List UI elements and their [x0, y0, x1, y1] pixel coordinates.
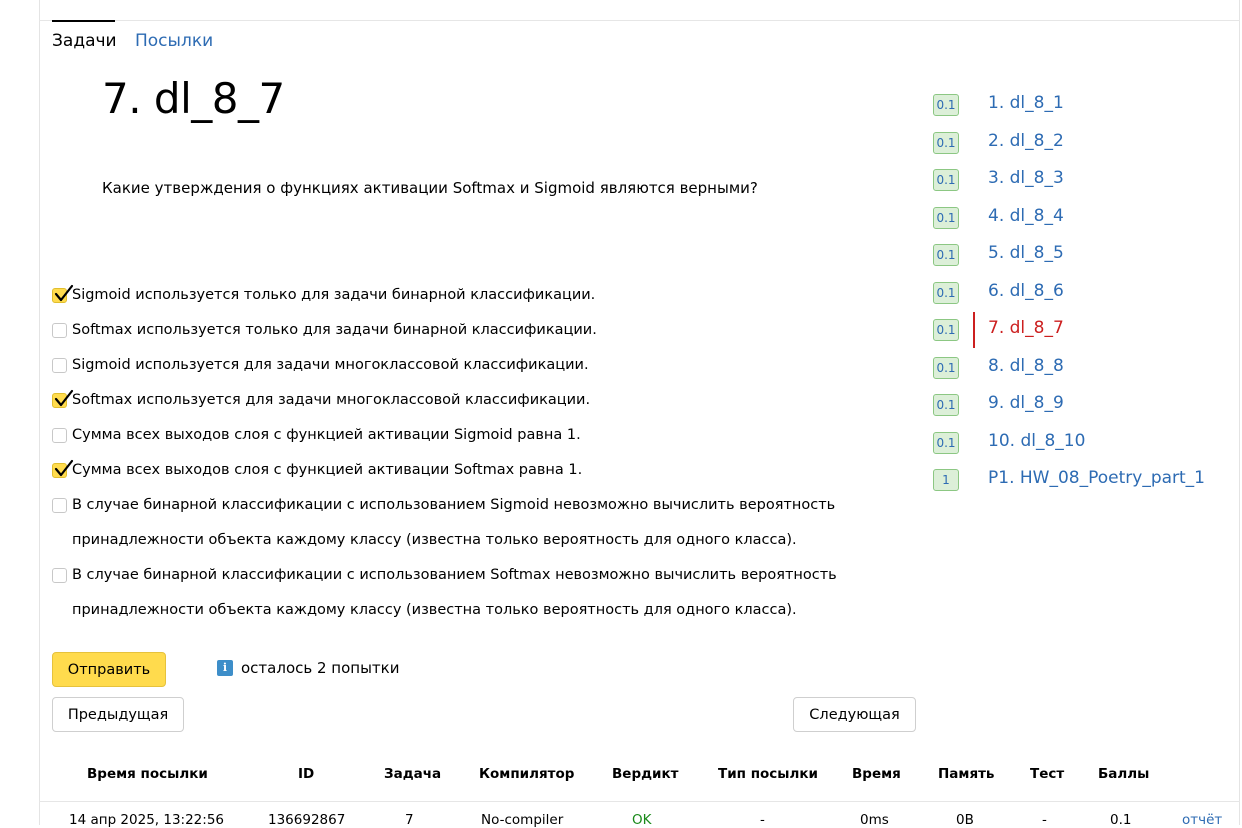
- col-header-compiler[interactable]: Компилятор: [479, 766, 574, 782]
- checkmark-icon: [54, 284, 74, 302]
- task-link[interactable]: 10. dl_8_10: [988, 431, 1085, 451]
- cell-test: -: [1042, 812, 1047, 828]
- info-icon: i: [217, 660, 233, 676]
- task-link[interactable]: 7. dl_8_7: [988, 318, 1064, 338]
- cell-compiler: No-compiler: [481, 812, 564, 828]
- task-list-item[interactable]: 0.1 6. dl_8_6: [933, 274, 1223, 312]
- task-list-item[interactable]: 0.1 4. dl_8_4: [933, 199, 1223, 237]
- col-header-id[interactable]: ID: [298, 766, 314, 782]
- task-score-badge: 0.1: [933, 206, 959, 229]
- task-list-item[interactable]: 0.1 3. dl_8_3: [933, 161, 1223, 199]
- task-score-badge: 0.1: [933, 281, 959, 304]
- col-header-test[interactable]: Тест: [1030, 766, 1064, 782]
- cell-memory: 0B: [956, 812, 974, 828]
- task-link[interactable]: P1. HW_08_Poetry_part_1: [988, 468, 1205, 488]
- cell-verdict: OK: [632, 812, 652, 828]
- answer-option-text: В случае бинарной классификации с исполь…: [72, 497, 836, 513]
- answer-option[interactable]: Softmax используется для задачи многокла…: [52, 383, 902, 418]
- answer-option-text: Сумма всех выходов слоя с функцией актив…: [72, 462, 583, 478]
- task-score-badge: 0.1: [933, 356, 959, 379]
- task-score-badge: 0.1: [933, 131, 959, 154]
- task-list-item[interactable]: 0.1 5. dl_8_5: [933, 236, 1223, 274]
- answer-option-text: Сумма всех выходов слоя с функцией актив…: [72, 427, 581, 443]
- cell-type: -: [760, 812, 765, 828]
- task-list-item[interactable]: 0.1 10. dl_8_10: [933, 424, 1223, 462]
- answer-option-text: Sigmoid используется для задачи многокла…: [72, 357, 589, 373]
- cell-time: 14 апр 2025, 13:22:56: [69, 812, 224, 828]
- table-row-divider: [39, 801, 1240, 802]
- answer-options: Sigmoid используется только для задачи б…: [52, 278, 902, 628]
- checkmark-icon: [54, 459, 74, 477]
- problem-question: Какие утверждения о функциях активации S…: [102, 179, 758, 197]
- answer-option-text: принадлежности объекта каждому классу (и…: [72, 602, 797, 618]
- answer-option[interactable]: Сумма всех выходов слоя с функцией актив…: [52, 418, 902, 453]
- col-header-memory[interactable]: Память: [938, 766, 994, 782]
- task-link[interactable]: 5. dl_8_5: [988, 243, 1064, 263]
- task-score-badge: 0.1: [933, 319, 959, 341]
- answer-checkbox[interactable]: [52, 323, 67, 338]
- answer-checkbox[interactable]: [52, 358, 67, 373]
- submit-button[interactable]: Отправить: [52, 652, 166, 687]
- answer-checkbox[interactable]: [52, 428, 67, 443]
- task-list-item[interactable]: 0.1 8. dl_8_8: [933, 349, 1223, 387]
- task-score-badge: 0.1: [933, 244, 959, 266]
- col-header-score[interactable]: Баллы: [1098, 766, 1149, 782]
- problem-title: 7. dl_8_7: [102, 74, 285, 123]
- col-header-verdict[interactable]: Вердикт: [612, 766, 678, 782]
- task-list-item[interactable]: 0.1 2. dl_8_2: [933, 124, 1223, 162]
- col-header-task[interactable]: Задача: [384, 766, 441, 782]
- answer-checkbox[interactable]: [52, 389, 74, 408]
- checkmark-icon: [54, 389, 74, 407]
- report-link[interactable]: отчёт: [1182, 812, 1222, 828]
- col-header-time[interactable]: Время посылки: [87, 766, 208, 782]
- tab-tasks[interactable]: Задачи: [52, 31, 117, 51]
- active-tab-indicator: [52, 20, 115, 22]
- answer-checkbox[interactable]: [52, 568, 67, 583]
- answer-option-text: принадлежности объекта каждому классу (и…: [72, 532, 797, 548]
- answer-option-text: Softmax используется только для задачи б…: [72, 322, 597, 338]
- task-list-item[interactable]: 0.1 1. dl_8_1: [933, 86, 1223, 124]
- task-score-badge: 0.1: [933, 431, 959, 454]
- answer-option[interactable]: Sigmoid используется только для задачи б…: [52, 278, 902, 313]
- task-link[interactable]: 1. dl_8_1: [988, 93, 1064, 113]
- answer-option[interactable]: Sigmoid используется для задачи многокла…: [52, 348, 902, 383]
- answer-checkbox[interactable]: [52, 284, 74, 303]
- task-link[interactable]: 8. dl_8_8: [988, 356, 1064, 376]
- answer-option-text: Softmax используется для задачи многокла…: [72, 392, 591, 408]
- task-list-item[interactable]: 1 P1. HW_08_Poetry_part_1: [933, 461, 1223, 499]
- task-link[interactable]: 4. dl_8_4: [988, 206, 1064, 226]
- task-link[interactable]: 6. dl_8_6: [988, 281, 1064, 301]
- col-header-duration[interactable]: Время: [852, 766, 901, 782]
- task-list-item[interactable]: 0.1 9. dl_8_9: [933, 386, 1223, 424]
- answer-option[interactable]: Softmax используется только для задачи б…: [52, 313, 902, 348]
- answer-checkbox[interactable]: [52, 459, 74, 478]
- task-link[interactable]: 9. dl_8_9: [988, 393, 1064, 413]
- answer-option[interactable]: В случае бинарной классификации с исполь…: [52, 488, 902, 558]
- cell-duration: 0ms: [860, 812, 889, 828]
- current-task-marker: [973, 312, 975, 348]
- next-button[interactable]: Следующая: [793, 697, 916, 732]
- cell-id: 136692867: [268, 812, 346, 828]
- task-score-badge: 1: [933, 469, 959, 491]
- task-score-badge: 0.1: [933, 394, 959, 416]
- task-link[interactable]: 3. dl_8_3: [988, 168, 1064, 188]
- answer-option-text: Sigmoid используется только для задачи б…: [72, 287, 596, 303]
- answer-checkbox[interactable]: [52, 498, 67, 513]
- task-score-badge: 0.1: [933, 169, 959, 191]
- task-link[interactable]: 2. dl_8_2: [988, 131, 1064, 151]
- attempts-left-text: осталось 2 попытки: [241, 659, 400, 677]
- answer-option[interactable]: Сумма всех выходов слоя с функцией актив…: [52, 453, 902, 488]
- cell-task: 7: [405, 812, 414, 828]
- col-header-type[interactable]: Тип посылки: [718, 766, 818, 782]
- task-list-item-current[interactable]: 0.1 7. dl_8_7: [933, 311, 1223, 349]
- previous-button[interactable]: Предыдущая: [52, 697, 184, 732]
- tabs-divider: [39, 20, 1240, 21]
- answer-option[interactable]: В случае бинарной классификации с исполь…: [52, 558, 902, 628]
- cell-score: 0.1: [1110, 812, 1132, 828]
- answer-option-text: В случае бинарной классификации с исполь…: [72, 567, 837, 583]
- tab-submissions[interactable]: Посылки: [135, 31, 213, 51]
- task-score-badge: 0.1: [933, 94, 959, 116]
- task-list: 0.1 1. dl_8_1 0.1 2. dl_8_2 0.1 3. dl_8_3 0.1 4…: [933, 86, 1223, 499]
